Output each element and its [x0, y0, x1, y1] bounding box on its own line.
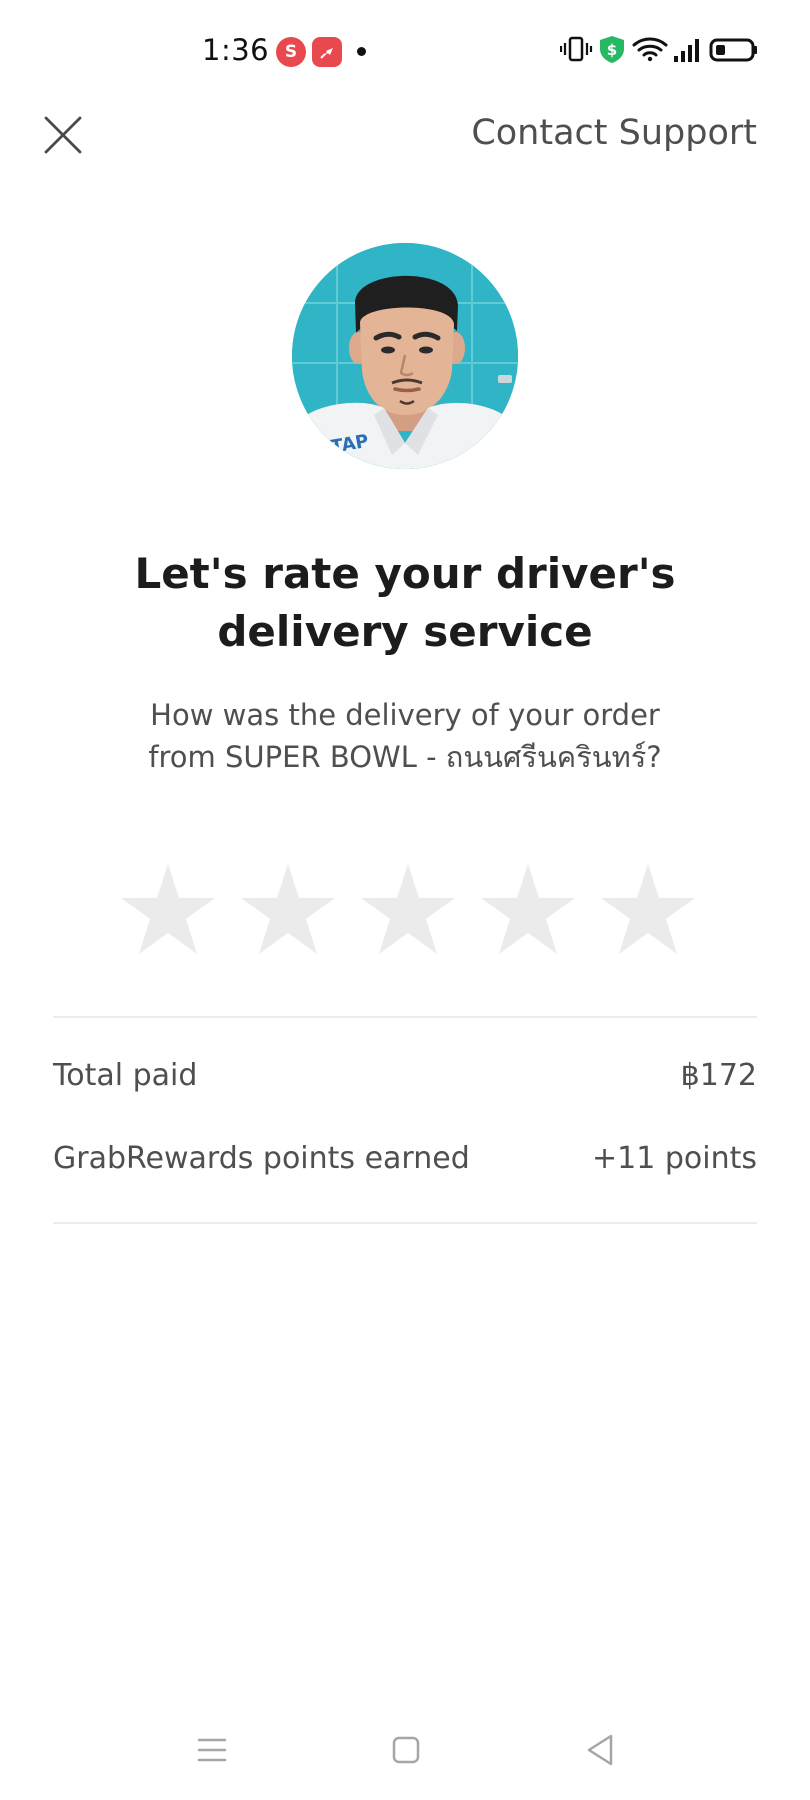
- rating-title-line2: delivery service: [217, 607, 593, 656]
- divider-bottom: [53, 1222, 757, 1224]
- more-notifications-dot: [357, 47, 366, 56]
- pin-app-icon: [312, 37, 342, 67]
- signal-icon: [674, 39, 699, 62]
- star-icon: [361, 864, 455, 954]
- home-button[interactable]: [380, 1720, 430, 1780]
- back-button[interactable]: [575, 1720, 625, 1780]
- driver-avatar: TAP: [292, 243, 518, 469]
- back-icon: [587, 1734, 613, 1766]
- system-nav-bar: [0, 1720, 810, 1780]
- star-4-button[interactable]: [478, 860, 578, 960]
- shield-icon: $: [600, 36, 624, 63]
- star-3-button[interactable]: [358, 860, 458, 960]
- status-time: 1:36: [202, 33, 270, 67]
- s-app-icon: S: [276, 37, 306, 67]
- vibrate-icon: [560, 36, 593, 62]
- points-earned-row: GrabRewards points earned +11 points: [53, 1141, 757, 1176]
- status-bar: 1:36 S $: [0, 0, 810, 100]
- rating-title-line1: Let's rate your driver's: [134, 549, 676, 598]
- home-icon: [392, 1736, 420, 1764]
- star-5-button[interactable]: [598, 860, 698, 960]
- close-button[interactable]: [40, 112, 86, 158]
- wifi-icon: [632, 37, 668, 62]
- svg-text:$: $: [607, 41, 617, 59]
- rating-title: Let's rate your driver's delivery servic…: [0, 545, 810, 661]
- recents-button[interactable]: [187, 1720, 237, 1780]
- star-rating: [118, 860, 698, 960]
- s-app-letter: S: [284, 42, 298, 62]
- system-icons: $: [560, 36, 757, 63]
- star-icon: [241, 864, 335, 954]
- rating-subtitle: How was the delivery of your order from …: [0, 694, 810, 778]
- contact-support-link[interactable]: Contact Support: [471, 113, 757, 153]
- total-paid-label: Total paid: [53, 1058, 198, 1093]
- menu-icon: [197, 1738, 227, 1762]
- star-2-button[interactable]: [238, 860, 338, 960]
- star-1-button[interactable]: [118, 860, 218, 960]
- close-icon: [44, 116, 82, 154]
- points-earned-value: +11 points: [592, 1141, 757, 1176]
- rating-subtitle-line2: from SUPER BOWL - ถนนศรีนครินทร์?: [148, 740, 662, 774]
- total-paid-value: ฿172: [680, 1058, 757, 1093]
- battery-icon: [709, 38, 757, 62]
- star-icon: [601, 864, 695, 954]
- star-icon: [121, 864, 215, 954]
- star-icon: [481, 864, 575, 954]
- points-earned-label: GrabRewards points earned: [53, 1141, 470, 1176]
- total-paid-row: Total paid ฿172: [53, 1058, 757, 1093]
- driver-photo: TAP: [292, 243, 518, 469]
- divider-top: [53, 1016, 757, 1018]
- rating-subtitle-line1: How was the delivery of your order: [150, 698, 660, 732]
